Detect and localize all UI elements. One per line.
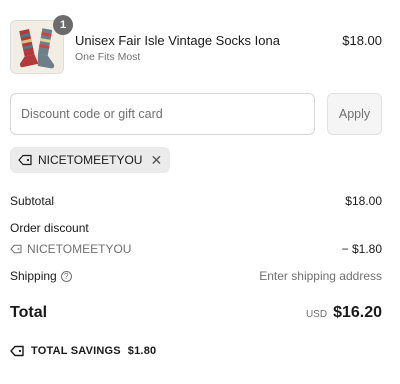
tag-icon [10,345,24,357]
close-icon[interactable]: ✕ [150,152,162,169]
product-name: Unisex Fair Isle Vintage Socks Iona [75,33,280,48]
discount-code-name: NICETOMEETYOU [27,242,132,256]
savings-value: $1.80 [127,345,157,357]
discount-amount: − $1.80 [341,242,382,256]
applied-discount-chip: NICETOMEETYOU ✕ [10,147,171,173]
subtotal-row: Subtotal $18.00 [10,194,382,208]
tag-icon [18,154,32,166]
shipping-row: Shipping? Enter shipping address [10,269,382,283]
question-circle-icon[interactable]: ? [60,271,72,282]
savings-label: TOTAL SAVINGS [31,345,121,357]
shipping-label: Shipping [10,269,57,283]
product-thumbnail: 1 [10,15,73,74]
order-discount-row: Order discount [10,221,382,235]
product-price: $18.00 [342,33,382,48]
total-savings: TOTAL SAVINGS $1.80 [10,345,156,357]
product-variant: One Fits Most [75,51,141,63]
apply-discount-button[interactable]: Apply [327,93,382,135]
total-row: Total USD $16.20 [10,304,382,322]
discount-code-row: NICETOMEETYOU − $1.80 [10,242,382,256]
subtotal-value: $18.00 [345,194,382,208]
discount-form: Apply [10,93,382,135]
discount-code-input[interactable] [10,93,315,135]
order-discount-label: Order discount [10,221,89,235]
subtotal-label: Subtotal [10,194,55,208]
currency-code: USD [305,309,328,320]
shipping-value: Enter shipping address [259,269,382,283]
total-label: Total [10,304,48,321]
total-value: $16.20 [333,304,382,321]
applied-discount-code: NICETOMEETYOU [38,153,143,167]
tag-icon [10,244,22,254]
cart-line-item: 1 Unisex Fair Isle Vintage Socks Iona On… [10,15,382,74]
quantity-badge: 1 [53,15,73,35]
